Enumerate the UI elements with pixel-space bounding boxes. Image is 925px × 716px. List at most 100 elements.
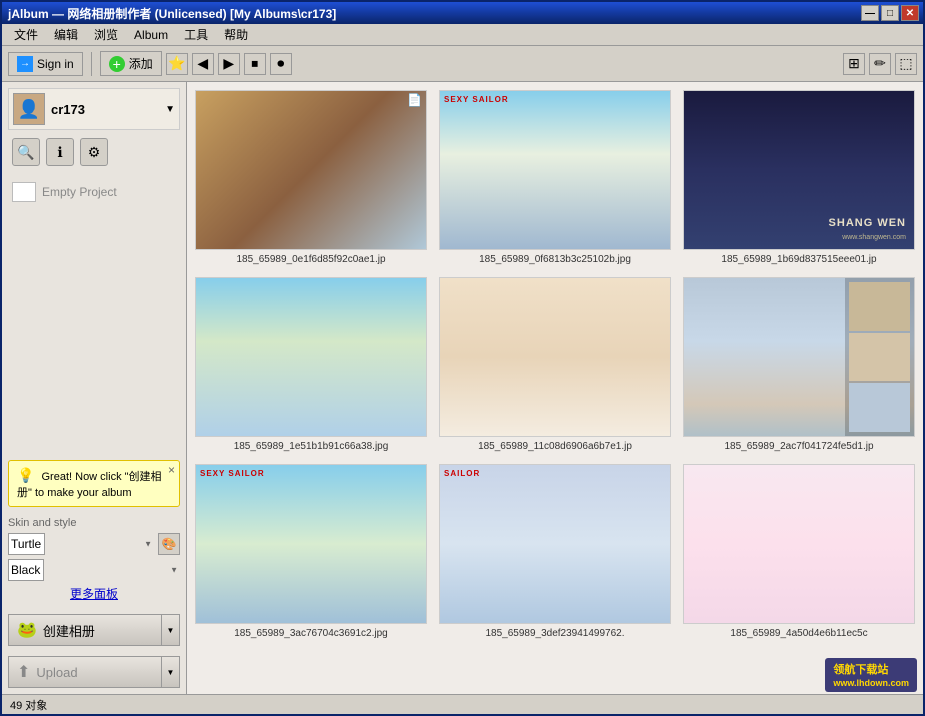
edit-button[interactable]: ✏ — [869, 53, 891, 75]
photo-cell-1[interactable]: SEXY SAILOR 185_65989_0f6813b3c25102b.jp… — [439, 90, 671, 265]
photo-filename-2: 185_65989_1b69d837515eee01.jp — [721, 254, 876, 265]
toolbar-separator — [91, 52, 92, 76]
skin-select[interactable]: Turtle — [8, 533, 45, 555]
bulb-icon: 💡 — [17, 467, 34, 484]
photo-cell-3[interactable]: 185_65989_1e51b1b91c66a38.jpg — [195, 277, 427, 452]
grid-view-button[interactable]: ⊞ — [843, 53, 865, 75]
photo-cell-7[interactable]: SAILOR 185_65989_3def23941499762. — [439, 464, 671, 639]
photo-thumb-7: SAILOR — [439, 464, 671, 624]
status-count: 49 对象 — [10, 697, 47, 713]
photo-filename-6: 185_65989_3ac76704c3691c2.jpg — [234, 628, 387, 639]
photo-filename-8: 185_65989_4a50d4e6b11ec5c — [730, 628, 867, 639]
toolbar-right: ⊞ ✏ ⬚ — [843, 53, 917, 75]
sidebar: 👤 cr173 ▼ 🔍 ℹ ⚙ Empty Project × 💡 Great!… — [2, 82, 187, 694]
add-icon: + — [109, 56, 125, 72]
photo-filename-1: 185_65989_0f6813b3c25102b.jpg — [479, 254, 631, 265]
sign-in-label: Sign in — [37, 57, 74, 71]
photo-thumb-4 — [439, 277, 671, 437]
close-button[interactable]: ✕ — [901, 5, 919, 21]
search-button[interactable]: 🔍 — [12, 138, 40, 166]
photo-thumb-0: 📄 — [195, 90, 427, 250]
title-bar: jAlbum — 网络相册制作者 (Unlicensed) [My Albums… — [2, 2, 923, 24]
photo-cell-6[interactable]: SEXY SAILOR 185_65989_3ac76704c3691c2.jp… — [195, 464, 427, 639]
avatar: 👤 — [13, 93, 45, 125]
add-label: 添加 — [129, 55, 153, 72]
skin-section: Skin and style Turtle 🎨 Black — [8, 517, 180, 604]
main-area: 👤 cr173 ▼ 🔍 ℹ ⚙ Empty Project × 💡 Great!… — [2, 82, 923, 694]
photo-filename-5: 185_65989_2ac7f041724fe5d1.jp — [724, 441, 873, 452]
upload-label: Upload — [36, 665, 77, 680]
menu-browse[interactable]: 浏览 — [86, 24, 126, 45]
record-button[interactable]: ⏺ — [270, 53, 292, 75]
photo-thumb-2: SHANG WEN www.shangwen.com — [683, 90, 915, 250]
empty-project-label: Empty Project — [42, 185, 117, 199]
create-album-label: 创建相册 — [43, 621, 95, 640]
window-title: jAlbum — 网络相册制作者 (Unlicensed) [My Albums… — [6, 5, 336, 22]
settings-button[interactable]: ⚙ — [80, 138, 108, 166]
frog-icon: 🐸 — [17, 620, 37, 640]
user-row: 👤 cr173 ▼ — [8, 88, 180, 130]
color-select-row: Black — [8, 559, 180, 581]
menu-edit[interactable]: 编辑 — [46, 24, 86, 45]
watermark: 领航下载站www.lhdown.com — [825, 658, 917, 692]
menu-album[interactable]: Album — [126, 26, 176, 44]
info-button[interactable]: ℹ — [46, 138, 74, 166]
window-controls: — □ ✕ — [861, 5, 919, 21]
file-icon-0: 📄 — [407, 93, 422, 107]
photo-grid: 📄 185_65989_0e1f6d85f92c0ae1.jp SEXY SAI… — [187, 82, 923, 694]
maximize-button[interactable]: □ — [881, 5, 899, 21]
create-album-main: 🐸 创建相册 — [9, 620, 161, 640]
photo-filename-4: 185_65989_11c08d6906a6b7e1.jp — [478, 441, 632, 452]
add-button[interactable]: + 添加 — [100, 51, 162, 76]
menu-help[interactable]: 帮助 — [216, 24, 256, 45]
photo-thumb-8 — [683, 464, 915, 624]
more-panels-link[interactable]: 更多面板 — [8, 585, 180, 602]
empty-project: Empty Project — [8, 174, 180, 210]
prev-button[interactable]: ◀ — [192, 53, 214, 75]
photo-cell-4[interactable]: 185_65989_11c08d6906a6b7e1.jp — [439, 277, 671, 452]
tooltip-text: Great! Now click "创建相册" to make your alb… — [17, 471, 162, 499]
color-select[interactable]: Black — [8, 559, 44, 581]
menu-file[interactable]: 文件 — [6, 24, 46, 45]
toolbar: → Sign in + 添加 ⭐ ◀ ▶ ⏹ ⏺ ⊞ ✏ ⬚ — [2, 46, 923, 82]
sign-in-button[interactable]: → Sign in — [8, 52, 83, 76]
photo-cell-0[interactable]: 📄 185_65989_0e1f6d85f92c0ae1.jp — [195, 90, 427, 265]
tooltip-close-button[interactable]: × — [168, 463, 175, 477]
upload-icon: ⬆ — [17, 662, 30, 682]
next-button[interactable]: ▶ — [218, 53, 240, 75]
photo-filename-0: 185_65989_0e1f6d85f92c0ae1.jp — [236, 254, 385, 265]
skin-section-label: Skin and style — [8, 517, 180, 529]
skin-select-wrapper: Turtle — [8, 533, 154, 555]
photo-cell-2[interactable]: SHANG WEN www.shangwen.com 185_65989_1b6… — [683, 90, 915, 265]
photo-cell-5[interactable]: 185_65989_2ac7f041724fe5d1.jp — [683, 277, 915, 452]
main-window: jAlbum — 网络相册制作者 (Unlicensed) [My Albums… — [0, 0, 925, 716]
minimize-button[interactable]: — — [861, 5, 879, 21]
sidebar-spacer — [8, 216, 180, 454]
photo-cell-8[interactable]: 185_65989_4a50d4e6b11ec5c — [683, 464, 915, 639]
menu-bar: 文件 编辑 浏览 Album 工具 帮助 — [2, 24, 923, 46]
upload-main: ⬆ Upload — [9, 662, 161, 682]
photo-filename-3: 185_65989_1e51b1b91c66a38.jpg — [234, 441, 389, 452]
color-select-wrapper: Black — [8, 559, 180, 581]
star-button[interactable]: ⭐ — [166, 53, 188, 75]
stop-button[interactable]: ⏹ — [244, 53, 266, 75]
create-album-dropdown[interactable]: ▼ — [161, 615, 179, 645]
skin-icon-button[interactable]: 🎨 — [158, 533, 180, 555]
upload-button[interactable]: ⬆ Upload ▼ — [8, 656, 180, 688]
upload-dropdown[interactable]: ▼ — [161, 657, 179, 687]
photo-thumb-1: SEXY SAILOR — [439, 90, 671, 250]
photo-thumb-3 — [195, 277, 427, 437]
status-bar: 49 对象 — [2, 694, 923, 714]
project-icon — [12, 182, 36, 202]
username: cr173 — [51, 102, 159, 117]
sidebar-icons: 🔍 ℹ ⚙ — [8, 136, 180, 168]
photo-area: 📄 185_65989_0e1f6d85f92c0ae1.jp SEXY SAI… — [187, 82, 923, 694]
export-button[interactable]: ⬚ — [895, 53, 917, 75]
menu-tools[interactable]: 工具 — [176, 24, 216, 45]
tooltip-box: × 💡 Great! Now click "创建相册" to make your… — [8, 460, 180, 507]
user-dropdown-arrow[interactable]: ▼ — [165, 104, 175, 115]
skin-select-row: Turtle 🎨 — [8, 533, 180, 555]
photo-filename-7: 185_65989_3def23941499762. — [485, 628, 624, 639]
photo-thumb-6: SEXY SAILOR — [195, 464, 427, 624]
create-album-button[interactable]: 🐸 创建相册 ▼ — [8, 614, 180, 646]
